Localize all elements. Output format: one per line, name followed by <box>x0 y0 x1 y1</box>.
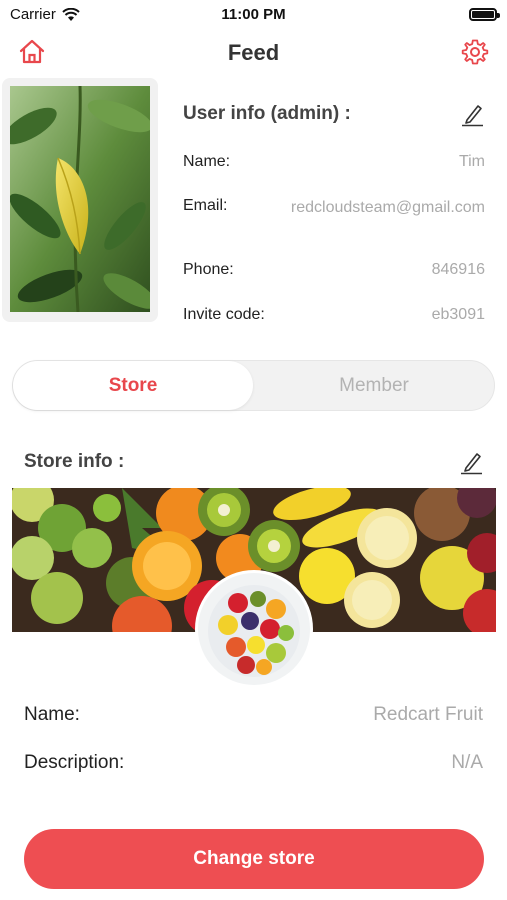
user-name-value: Tim <box>458 153 485 170</box>
store-info-heading: Store info : <box>24 451 125 472</box>
gear-icon[interactable] <box>461 38 489 66</box>
user-avatar-photo <box>10 86 150 312</box>
nav-bar: Feed <box>0 30 507 74</box>
user-info-section: User info (admin) : Name: Tim Email: red… <box>183 96 485 323</box>
store-name-value: Redcart Fruit <box>373 704 483 725</box>
user-email-label: Email: <box>183 197 228 214</box>
store-name-label: Name: <box>24 704 80 725</box>
store-info-header: Store info : <box>24 446 484 478</box>
tab-store[interactable]: Store <box>13 361 253 410</box>
user-name-label: Name: <box>183 153 231 170</box>
status-time: 11:00 PM <box>221 6 286 23</box>
user-phone-row: Phone: 846916 <box>183 261 485 279</box>
user-invite-code-value: eb3091 <box>431 306 485 323</box>
user-invite-code-label: Invite code: <box>183 306 265 323</box>
edit-user-pencil-icon[interactable] <box>459 101 485 127</box>
change-store-button[interactable]: Change store <box>24 829 484 889</box>
store-description-value: N/A <box>451 752 483 773</box>
store-name-row: Name: Redcart Fruit <box>24 704 483 726</box>
user-email-value: redcloudsteam@gmail.com <box>290 199 485 216</box>
store-logo-photo <box>198 573 310 685</box>
user-phone-label: Phone: <box>183 261 234 278</box>
edit-store-pencil-icon[interactable] <box>458 449 484 475</box>
user-phone-value: 846916 <box>431 261 485 278</box>
tab-member[interactable]: Member <box>254 361 494 410</box>
user-name-row: Name: Tim <box>183 153 485 171</box>
page-title: Feed <box>227 40 280 65</box>
store-member-segmented-control: Store Member <box>12 360 495 411</box>
store-description-label: Description: <box>24 752 125 773</box>
user-avatar[interactable] <box>2 78 158 322</box>
user-info-heading: User info (admin) : <box>183 103 351 124</box>
battery-icon <box>469 8 500 21</box>
user-invite-code-row: Invite code: eb3091 <box>183 306 485 324</box>
status-bar: Carrier 11:00 PM <box>0 0 507 28</box>
store-description-row: Description: N/A <box>24 752 483 774</box>
store-logo-avatar[interactable] <box>195 570 313 688</box>
user-email-row: Email: redcloudsteam@gmail.com <box>183 197 485 218</box>
